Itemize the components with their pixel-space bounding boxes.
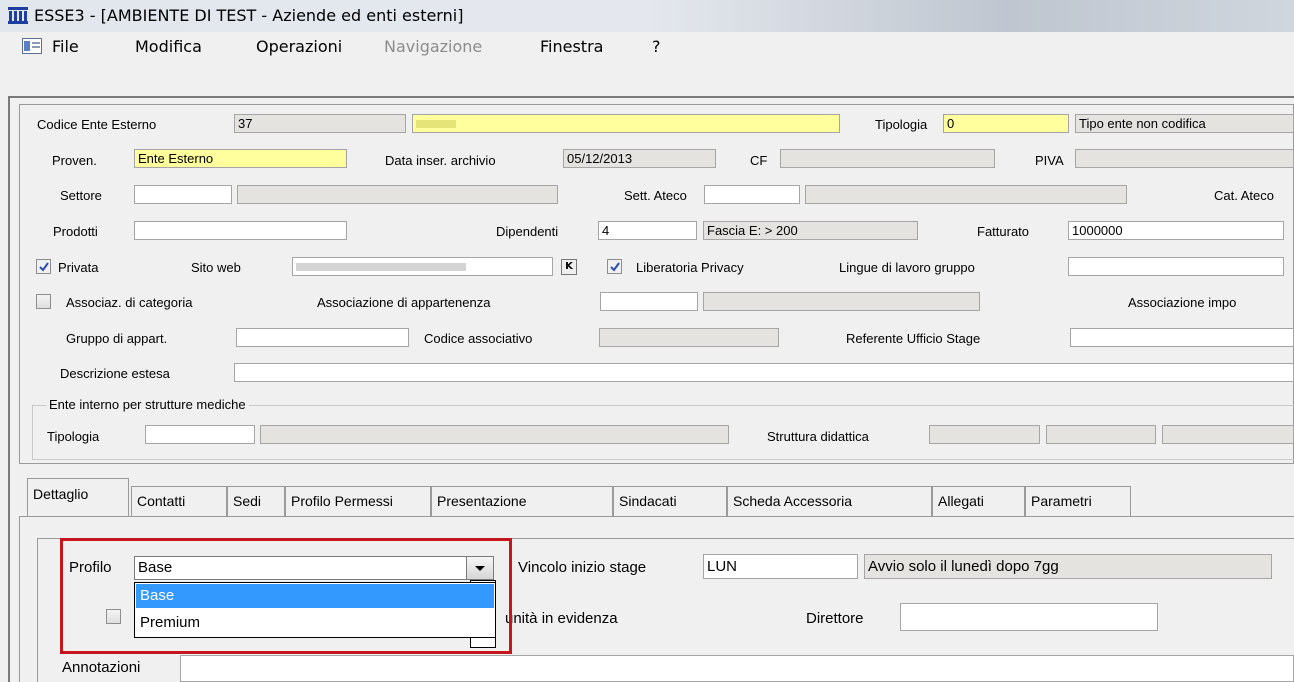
liberatoria-label: Liberatoria Privacy xyxy=(636,260,744,275)
sito-web-button[interactable]: K xyxy=(561,259,577,275)
menu-operazioni[interactable]: Operazioni xyxy=(256,37,342,56)
struttura-field-2 xyxy=(1046,425,1156,444)
menu-help[interactable]: ? xyxy=(652,37,661,56)
associaz-checkbox[interactable] xyxy=(36,294,51,309)
piva-label: PIVA xyxy=(1035,153,1064,168)
descrizione-label: Descrizione estesa xyxy=(60,366,170,381)
menu-modifica[interactable]: Modifica xyxy=(135,37,202,56)
assoc-impo-label: Associazione impo xyxy=(1128,295,1237,310)
proven-label: Proven. xyxy=(52,153,97,168)
dipendenti-field[interactable]: 4 xyxy=(598,221,697,240)
tab-scheda-accessoria[interactable]: Scheda Accessoria xyxy=(727,486,932,516)
sett-ateco-desc-field xyxy=(805,185,1127,204)
direttore-label: Direttore xyxy=(806,610,864,627)
tipologia-field[interactable]: 0 xyxy=(943,114,1069,133)
check-icon xyxy=(610,262,620,272)
codice-label: Codice Ente Esterno xyxy=(37,117,157,132)
window-title: ESSE3 - [AMBIENTE DI TEST - Aziende ed e… xyxy=(34,6,464,25)
cat-ateco-label: Cat. Ateco xyxy=(1214,188,1274,203)
codice-assoc-label: Codice associativo xyxy=(424,331,533,346)
vincolo-field[interactable]: LUN xyxy=(703,554,858,579)
settore-field[interactable] xyxy=(134,185,232,204)
prodotti-label: Prodotti xyxy=(53,224,98,239)
tab-allegati[interactable]: Allegati xyxy=(932,486,1025,516)
piva-field[interactable] xyxy=(1075,149,1294,168)
data-inser-field: 05/12/2013 xyxy=(563,149,716,168)
codice-field[interactable]: 37 xyxy=(234,114,406,133)
data-inser-label: Data inser. archivio xyxy=(385,153,496,168)
tab-sedi[interactable]: Sedi xyxy=(227,486,285,516)
tipologia-desc-field: Tipo ente non codifica xyxy=(1075,114,1294,133)
fatturato-field[interactable]: 1000000 xyxy=(1068,221,1284,240)
menu-finestra[interactable]: Finestra xyxy=(540,37,603,56)
struttura-field-3 xyxy=(1162,425,1294,444)
prodotti-field[interactable] xyxy=(134,221,347,240)
referente-field[interactable] xyxy=(1070,328,1294,347)
vincolo-desc-field: Avvio solo il lunedì dopo 7gg xyxy=(864,554,1272,579)
opportunita-label: unità in evidenza xyxy=(505,610,618,627)
annotazioni-field[interactable] xyxy=(180,655,1294,682)
settore-label: Settore xyxy=(60,188,102,203)
cf-field[interactable] xyxy=(780,149,995,168)
app-icon xyxy=(8,7,28,24)
proven-field[interactable]: Ente Esterno xyxy=(134,149,347,168)
direttore-field[interactable] xyxy=(900,603,1158,631)
blurred-url xyxy=(296,263,466,271)
highlight-annotation xyxy=(60,538,512,654)
check-icon xyxy=(39,262,49,272)
sett-ateco-field[interactable] xyxy=(704,185,800,204)
tipologia2-label: Tipologia xyxy=(47,429,100,444)
associaz-label: Associaz. di categoria xyxy=(66,295,193,310)
tab-contatti[interactable]: Contatti xyxy=(131,486,227,516)
tab-parametri[interactable]: Parametri xyxy=(1025,486,1131,516)
document-icon[interactable] xyxy=(22,38,42,54)
lingue-label: Lingue di lavoro gruppo xyxy=(839,260,975,275)
cf-label: CF xyxy=(750,153,768,168)
vincolo-label: Vincolo inizio stage xyxy=(518,559,647,576)
sito-web-field[interactable] xyxy=(292,257,553,276)
fatturato-label: Fatturato xyxy=(977,224,1030,239)
codice-assoc-field xyxy=(599,328,779,347)
assoc-appart-label: Associazione di appartenenza xyxy=(317,295,491,310)
referente-label: Referente Ufficio Stage xyxy=(846,331,981,346)
gruppo-label: Gruppo di appart. xyxy=(66,331,168,346)
settore-desc-field xyxy=(237,185,558,204)
annotazioni-label: Annotazioni xyxy=(62,659,141,676)
struttura-label: Struttura didattica xyxy=(767,429,869,444)
struttura-field-1 xyxy=(929,425,1040,444)
descrizione-field[interactable] xyxy=(234,363,1294,382)
tipologia-label: Tipologia xyxy=(875,117,928,132)
tab-profilo-permessi[interactable]: Profilo Permessi xyxy=(285,486,431,516)
sett-ateco-label: Sett. Ateco xyxy=(624,188,687,203)
privata-label: Privata xyxy=(58,260,99,275)
fascia-field: Fascia E: > 200 xyxy=(703,221,918,240)
sito-web-label: Sito web xyxy=(191,260,241,275)
privata-checkbox[interactable] xyxy=(36,259,51,274)
menu-navigazione: Navigazione xyxy=(384,37,483,56)
tipologia2-field[interactable] xyxy=(145,425,255,444)
assoc-appart-field[interactable] xyxy=(600,292,698,311)
nome-field[interactable] xyxy=(412,114,840,133)
assoc-appart-desc-field xyxy=(703,292,980,311)
tab-dettaglio[interactable]: Dettaglio xyxy=(27,478,129,516)
tab-sindacati[interactable]: Sindacati xyxy=(613,486,727,516)
lingue-field[interactable] xyxy=(1068,257,1284,276)
dipendenti-label: Dipendenti xyxy=(496,224,559,239)
ente-interno-group-title: Ente interno per strutture mediche xyxy=(46,397,249,412)
tab-presentazione[interactable]: Presentazione xyxy=(431,486,613,516)
blurred-name xyxy=(416,120,456,128)
menu-file[interactable]: File xyxy=(52,37,79,56)
tipologia2-desc-field xyxy=(260,425,729,444)
liberatoria-checkbox[interactable] xyxy=(607,259,622,274)
gruppo-field[interactable] xyxy=(236,328,409,347)
